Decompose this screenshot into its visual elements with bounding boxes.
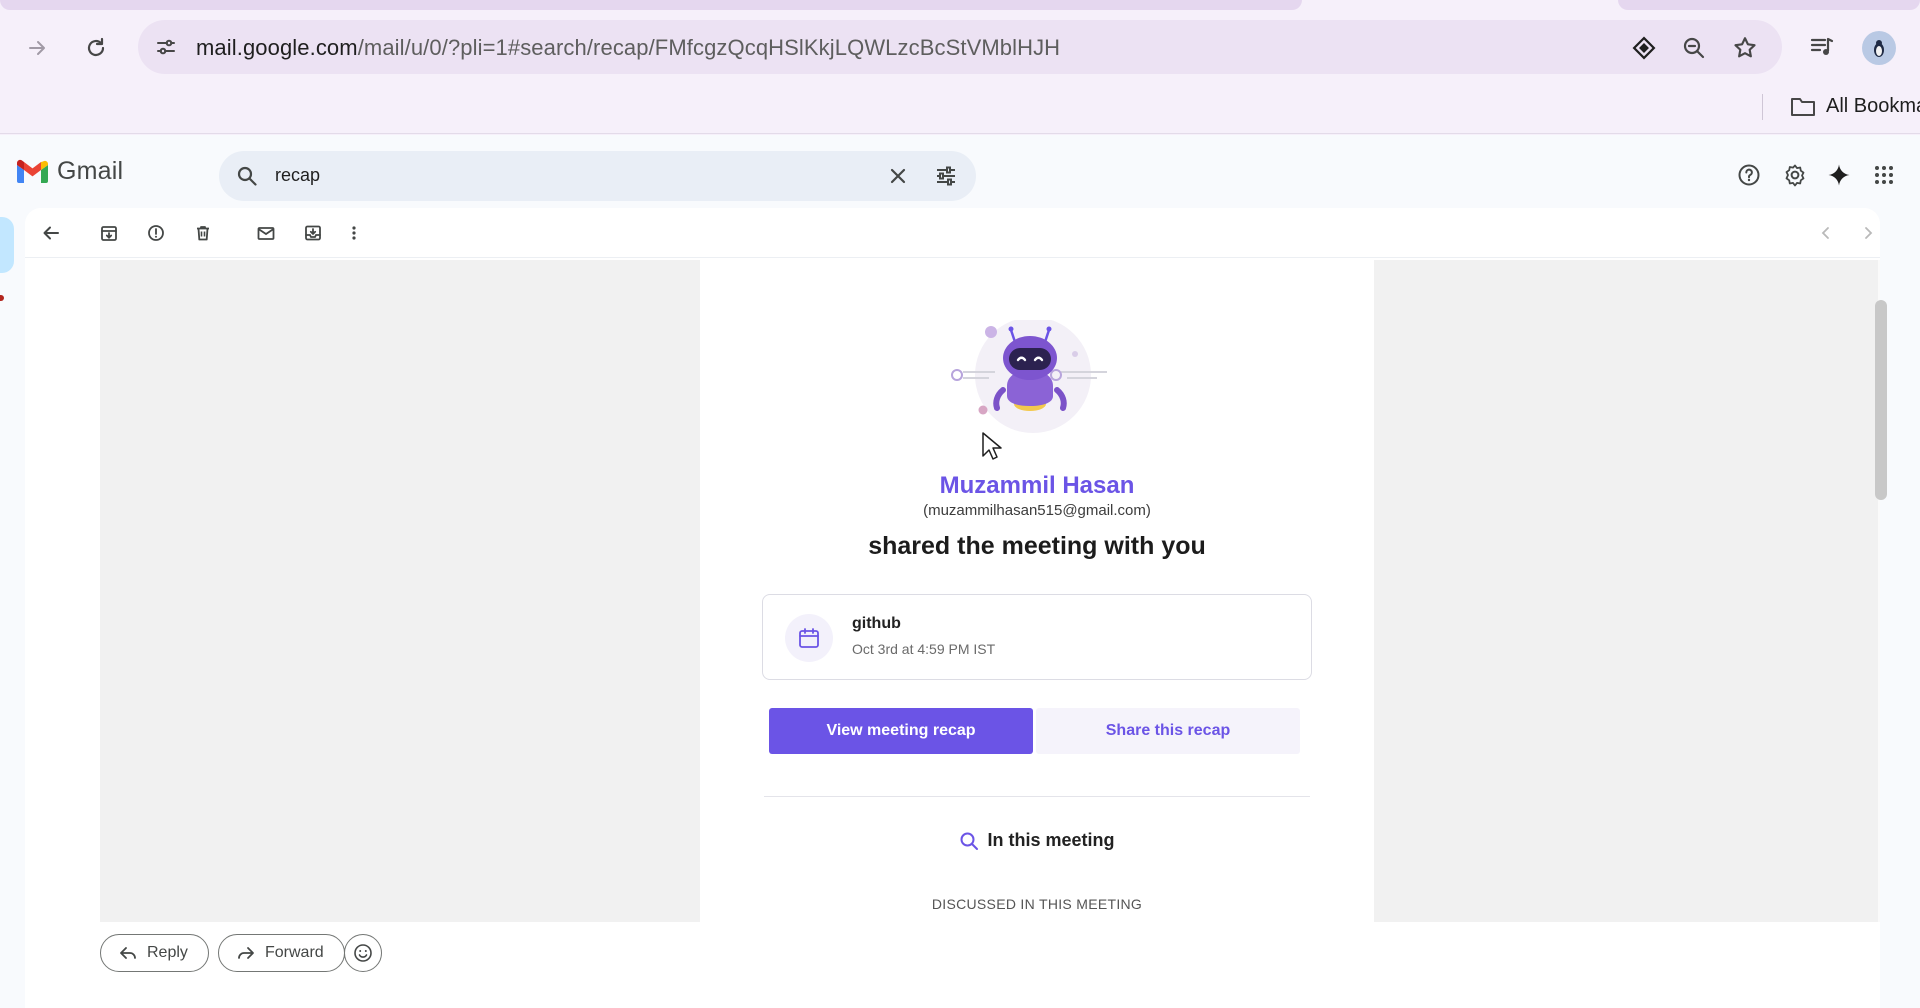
reload-icon[interactable] (76, 28, 116, 68)
url-path: /mail/u/0/?pli=1#search/recap/FMfcgzQcqH… (357, 35, 1061, 60)
delete-icon[interactable] (186, 216, 220, 250)
url-host: mail.google.com (196, 35, 358, 60)
mark-unread-icon[interactable] (249, 216, 283, 250)
search-icon[interactable] (233, 162, 261, 190)
forward-arrow-icon[interactable] (18, 28, 58, 68)
report-spam-icon[interactable] (139, 216, 173, 250)
url-text[interactable]: mail.google.com/mail/u/0/?pli=1#search/r… (196, 35, 1060, 61)
profile-avatar[interactable] (1862, 31, 1896, 65)
meeting-info-card[interactable]: github Oct 3rd at 4:59 PM IST (762, 594, 1312, 680)
bookmark-star-icon[interactable] (1729, 32, 1761, 64)
in-this-meeting-label: In this meeting (987, 830, 1115, 850)
section-divider (764, 796, 1310, 797)
back-arrow-icon[interactable] (34, 216, 68, 250)
tab-strip (0, 0, 1920, 12)
gmail-app: Gmail recap Muzammil Hasan (muzammilhasa… (0, 135, 1920, 1008)
email-body: Muzammil Hasan (muzammilhasan515@gmail.c… (100, 260, 1880, 922)
forward-label: Forward (265, 944, 324, 961)
sender-email: (muzammilhasan515@gmail.com) (923, 502, 1151, 519)
archive-icon[interactable] (92, 216, 126, 250)
browser-tab[interactable] (1618, 0, 1920, 10)
folder-icon (1790, 94, 1816, 118)
reply-arrow-icon (119, 945, 137, 961)
mouse-cursor-icon (982, 432, 1002, 460)
emoji-reaction-button[interactable] (344, 934, 382, 972)
scrollbar-thumb[interactable] (1875, 300, 1887, 500)
meeting-title: github (852, 615, 901, 632)
settings-gear-icon[interactable] (1777, 157, 1813, 193)
reply-label: Reply (147, 944, 188, 961)
calendar-icon (785, 614, 833, 662)
all-bookmarks-button[interactable]: All Bookmarks (1790, 94, 1920, 118)
email-headline: shared the meeting with you (868, 532, 1206, 560)
search-options-icon[interactable] (931, 161, 961, 191)
gmail-logo-text: Gmail (57, 157, 124, 185)
sender-name: Muzammil Hasan (939, 472, 1135, 499)
in-this-meeting-heading: In this meeting (700, 830, 1374, 851)
gemini-sparkle-icon[interactable] (1821, 157, 1857, 193)
older-chevron-icon[interactable] (1851, 216, 1880, 250)
gmail-logo[interactable]: Gmail (16, 157, 123, 186)
zoom-out-icon[interactable] (1678, 32, 1710, 64)
all-bookmarks-label: All Bookmarks (1826, 94, 1920, 117)
recap-email-card: Muzammil Hasan (muzammilhasan515@gmail.c… (700, 260, 1374, 922)
discussed-label: DISCUSSED IN THIS MEETING (931, 896, 1143, 912)
clear-icon[interactable] (883, 161, 913, 191)
meeting-date: Oct 3rd at 4:59 PM IST (852, 641, 996, 657)
smiley-icon (353, 943, 373, 963)
address-bar[interactable]: mail.google.com/mail/u/0/?pli=1#search/r… (138, 20, 1782, 74)
browser-toolbar: mail.google.com/mail/u/0/?pli=1#search/r… (0, 12, 1920, 82)
apps-grid-icon[interactable] (1866, 157, 1902, 193)
gemini-diamond-icon[interactable] (1628, 32, 1660, 64)
message-view: Muzammil Hasan (muzammilhasan515@gmail.c… (25, 208, 1880, 1008)
message-action-bar (25, 208, 1880, 258)
reply-bar: Reply Forward (25, 922, 1880, 1008)
browser-tab[interactable] (0, 0, 1302, 10)
robot-mascot-icon (951, 320, 1107, 433)
unread-indicator (0, 295, 4, 301)
newer-chevron-icon[interactable] (1809, 216, 1843, 250)
compose-button-edge[interactable] (0, 217, 14, 273)
more-vertical-icon[interactable] (337, 216, 371, 250)
media-playlist-icon[interactable] (1804, 29, 1840, 65)
bookmarks-separator (1762, 94, 1763, 120)
site-info-icon[interactable] (150, 31, 182, 63)
view-meeting-recap-button[interactable]: View meeting recap (769, 708, 1033, 754)
bookmarks-bar: All Bookmarks (0, 82, 1920, 134)
gmail-m-icon (17, 159, 48, 183)
share-recap-button[interactable]: Share this recap (1036, 708, 1300, 754)
mail-search-bar[interactable]: recap (219, 151, 976, 201)
move-to-icon[interactable] (296, 216, 330, 250)
forward-button[interactable]: Forward (218, 934, 345, 972)
reply-button[interactable]: Reply (100, 934, 209, 972)
search-input[interactable]: recap (275, 165, 320, 186)
magnifier-icon (959, 831, 979, 851)
help-icon[interactable] (1731, 157, 1767, 193)
forward-arrow-icon (237, 945, 255, 961)
